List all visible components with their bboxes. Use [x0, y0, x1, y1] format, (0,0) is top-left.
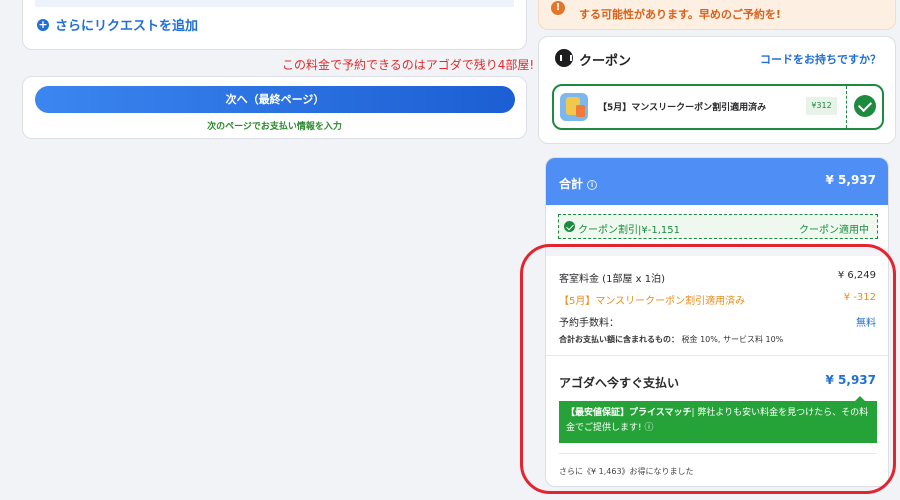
requests-strip: [35, 0, 514, 7]
add-request-link[interactable]: + さらにリクエストを追加: [37, 15, 198, 34]
check-icon[interactable]: [854, 95, 876, 117]
included-charges-value: 税金 10%, サービス料 10%: [681, 335, 784, 344]
price-match-banner[interactable]: 【最安値保証】プライスマッチ| 弊社よりも安い料金を見つけたら、その料金でご提供…: [559, 396, 877, 443]
booking-fee-label: 予約手数料：: [559, 318, 619, 329]
add-request-label: さらにリクエストを追加: [55, 19, 199, 34]
coupon-applied-status: クーポン適用中: [799, 225, 869, 236]
divider: [559, 453, 876, 454]
coupon-discount-label: 【5月】マンスリークーポン割引適用済み: [559, 296, 746, 307]
total-amount: ¥ 5,937: [825, 173, 876, 187]
room-price-amount: ¥ 6,249: [837, 270, 876, 281]
rooms-left-warning: この料金で予約できるのはアゴダで残り4部屋!: [282, 58, 535, 72]
savings-text: さらに《¥ 1,463》お得になりました: [559, 467, 694, 476]
pay-now-amount: ¥ 5,937: [825, 373, 876, 387]
banner-pointer: [855, 396, 865, 401]
coupon-thumbnail: [560, 93, 588, 121]
coupon-discount-amount: ¥ -312: [843, 292, 876, 303]
section-separator: [546, 248, 888, 256]
coupon-applied-banner: クーポン割引|¥-1,151 クーポン適用中: [558, 214, 878, 239]
total-label: 合計: [559, 177, 584, 191]
next-final-page-button[interactable]: 次へ（最終ページ）: [35, 86, 515, 113]
coupon-title: クーポン: [579, 54, 632, 69]
included-charges-row: 合計お支払い額に含まれるもの： 税金 10%, サービス料 10%: [559, 334, 876, 345]
alert-icon: !: [551, 1, 565, 15]
price-summary-card: 合計 i ¥ 5,937 クーポン割引|¥-1,151 クーポン適用中 客室料金 …: [545, 157, 889, 487]
coupon-ticket[interactable]: 【5月】マンスリークーポン割引適用済み ¥312: [552, 84, 884, 130]
included-charges-label: 合計お支払い額に含まれるもの：: [559, 335, 679, 344]
coupon-card: クーポン コードをお持ちですか？ 【5月】マンスリークーポン割引適用済み ¥31…: [538, 36, 896, 144]
price-match-title: 【最安値保証】プライスマッチ: [566, 408, 692, 418]
ticket-divider: [846, 86, 847, 128]
next-step-card: 次へ（最終ページ） 次のページでお支払い情報を入力: [22, 76, 527, 139]
coupon-ticket-amount: ¥312: [806, 97, 837, 115]
coupon-discount-text: クーポン割引|¥-1,151: [578, 225, 680, 236]
coupon-icon: [555, 49, 573, 67]
coupon-ticket-label: 【5月】マンスリークーポン割引適用済み: [598, 103, 767, 113]
divider: [546, 355, 888, 356]
room-price-label: 客室料金 (1部屋 x 1泊): [559, 274, 665, 285]
total-label-wrap: 合計 i: [559, 175, 598, 192]
have-code-link[interactable]: コードをお持ちですか？: [760, 51, 881, 67]
booking-notice: ! する可能性があります。早めのご予約を!: [538, 0, 896, 30]
pay-now-label: アゴダへ今すぐ支払い: [559, 376, 680, 390]
plus-icon: +: [37, 17, 49, 31]
booking-fee-amount: 無料: [856, 318, 876, 329]
info-icon[interactable]: i: [587, 180, 598, 190]
special-requests-card: + さらにリクエストを追加: [22, 0, 527, 50]
notice-text: する可能性があります。早めのご予約を!: [579, 8, 781, 21]
total-header: 合計 i ¥ 5,937: [546, 158, 888, 205]
next-page-hint: 次のページでお支払い情報を入力: [207, 122, 342, 132]
check-icon: [564, 221, 575, 232]
